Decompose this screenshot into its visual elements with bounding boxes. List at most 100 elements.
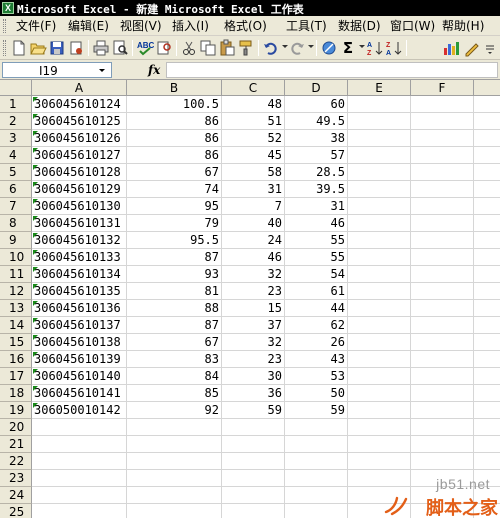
print-icon[interactable] bbox=[92, 39, 110, 57]
cell-a2[interactable]: 306045610125 bbox=[34, 113, 127, 130]
name-box-dropdown-icon[interactable] bbox=[99, 69, 105, 72]
row-header-22[interactable]: 22 bbox=[0, 453, 32, 470]
cell-d17[interactable]: 53 bbox=[285, 368, 348, 385]
cell-c2[interactable]: 51 bbox=[222, 113, 285, 130]
row-header-21[interactable]: 21 bbox=[0, 436, 32, 453]
save-icon[interactable] bbox=[48, 39, 66, 57]
row-header-14[interactable]: 14 bbox=[0, 317, 32, 334]
cell-b18[interactable]: 85 bbox=[127, 385, 222, 402]
menu-window[interactable]: 窗口(W) bbox=[388, 18, 437, 34]
cell-d12[interactable]: 61 bbox=[285, 283, 348, 300]
cell-b10[interactable]: 87 bbox=[127, 249, 222, 266]
sort-descending-icon[interactable]: ZA bbox=[385, 39, 403, 57]
cell-d13[interactable]: 44 bbox=[285, 300, 348, 317]
cell-b3[interactable]: 86 bbox=[127, 130, 222, 147]
cell-d9[interactable]: 55 bbox=[285, 232, 348, 249]
row-header-13[interactable]: 13 bbox=[0, 300, 32, 317]
menu-view[interactable]: 视图(V) bbox=[118, 18, 164, 34]
cell-a3[interactable]: 306045610126 bbox=[34, 130, 127, 147]
row-header-19[interactable]: 19 bbox=[0, 402, 32, 419]
cell-c8[interactable]: 40 bbox=[222, 215, 285, 232]
cell-c12[interactable]: 23 bbox=[222, 283, 285, 300]
row-header-17[interactable]: 17 bbox=[0, 368, 32, 385]
name-box[interactable]: I19 bbox=[2, 62, 112, 78]
redo-icon[interactable] bbox=[288, 39, 306, 57]
formula-input[interactable] bbox=[166, 62, 498, 78]
cell-b11[interactable]: 93 bbox=[127, 266, 222, 283]
cut-icon[interactable] bbox=[180, 39, 198, 57]
undo-icon[interactable] bbox=[262, 39, 280, 57]
permission-icon[interactable] bbox=[67, 39, 85, 57]
worksheet-grid[interactable]: ABCDEFG123456789101112131415161718192021… bbox=[0, 80, 500, 518]
column-header-e[interactable]: E bbox=[348, 80, 411, 96]
cell-c15[interactable]: 32 bbox=[222, 334, 285, 351]
cell-a5[interactable]: 306045610128 bbox=[34, 164, 127, 181]
spelling-icon[interactable]: ABC bbox=[136, 39, 155, 57]
row-header-5[interactable]: 5 bbox=[0, 164, 32, 181]
copy-icon[interactable] bbox=[199, 39, 217, 57]
cell-c14[interactable]: 37 bbox=[222, 317, 285, 334]
menu-file[interactable]: 文件(F) bbox=[14, 18, 58, 34]
cell-c16[interactable]: 23 bbox=[222, 351, 285, 368]
cell-a15[interactable]: 306045610138 bbox=[34, 334, 127, 351]
cell-c5[interactable]: 58 bbox=[222, 164, 285, 181]
cell-a11[interactable]: 306045610134 bbox=[34, 266, 127, 283]
cell-c10[interactable]: 46 bbox=[222, 249, 285, 266]
title-bar[interactable]: X Microsoft Excel - 新建 Microsoft Excel 工… bbox=[0, 0, 500, 16]
cell-a9[interactable]: 306045610132 bbox=[34, 232, 127, 249]
cell-d4[interactable]: 57 bbox=[285, 147, 348, 164]
cell-d10[interactable]: 55 bbox=[285, 249, 348, 266]
cell-c9[interactable]: 24 bbox=[222, 232, 285, 249]
cell-a17[interactable]: 306045610140 bbox=[34, 368, 127, 385]
cell-b4[interactable]: 86 bbox=[127, 147, 222, 164]
chart-wizard-icon[interactable] bbox=[442, 39, 460, 57]
cell-b15[interactable]: 67 bbox=[127, 334, 222, 351]
select-all-corner[interactable] bbox=[0, 80, 32, 96]
cell-a6[interactable]: 306045610129 bbox=[34, 181, 127, 198]
cell-b1[interactable]: 100.5 bbox=[127, 96, 222, 113]
cell-b14[interactable]: 87 bbox=[127, 317, 222, 334]
cell-a19[interactable]: 306050010142 bbox=[34, 402, 127, 419]
row-header-11[interactable]: 11 bbox=[0, 266, 32, 283]
cell-a13[interactable]: 306045610136 bbox=[34, 300, 127, 317]
cell-a12[interactable]: 306045610135 bbox=[34, 283, 127, 300]
cell-a10[interactable]: 306045610133 bbox=[34, 249, 127, 266]
cell-b12[interactable]: 81 bbox=[127, 283, 222, 300]
row-header-12[interactable]: 12 bbox=[0, 283, 32, 300]
cell-b16[interactable]: 83 bbox=[127, 351, 222, 368]
cell-c18[interactable]: 36 bbox=[222, 385, 285, 402]
cell-d15[interactable]: 26 bbox=[285, 334, 348, 351]
redo-dropdown-icon[interactable] bbox=[308, 45, 314, 48]
cell-b6[interactable]: 74 bbox=[127, 181, 222, 198]
cell-b17[interactable]: 84 bbox=[127, 368, 222, 385]
cell-d18[interactable]: 50 bbox=[285, 385, 348, 402]
cell-b5[interactable]: 67 bbox=[127, 164, 222, 181]
row-header-25[interactable]: 25 bbox=[0, 504, 32, 518]
sort-ascending-icon[interactable]: AZ bbox=[366, 39, 384, 57]
column-header-a[interactable]: A bbox=[32, 80, 127, 96]
row-header-3[interactable]: 3 bbox=[0, 130, 32, 147]
row-header-8[interactable]: 8 bbox=[0, 215, 32, 232]
cell-d6[interactable]: 39.5 bbox=[285, 181, 348, 198]
cell-a16[interactable]: 306045610139 bbox=[34, 351, 127, 368]
cell-a14[interactable]: 306045610137 bbox=[34, 317, 127, 334]
row-header-10[interactable]: 10 bbox=[0, 249, 32, 266]
cell-c1[interactable]: 48 bbox=[222, 96, 285, 113]
insert-function-button[interactable]: fx bbox=[148, 63, 160, 77]
row-header-6[interactable]: 6 bbox=[0, 181, 32, 198]
cell-b19[interactable]: 92 bbox=[127, 402, 222, 419]
row-header-24[interactable]: 24 bbox=[0, 487, 32, 504]
menu-data[interactable]: 数据(D) bbox=[336, 18, 383, 34]
cell-d5[interactable]: 28.5 bbox=[285, 164, 348, 181]
cell-d1[interactable]: 60 bbox=[285, 96, 348, 113]
row-header-7[interactable]: 7 bbox=[0, 198, 32, 215]
cell-d16[interactable]: 43 bbox=[285, 351, 348, 368]
row-header-2[interactable]: 2 bbox=[0, 113, 32, 130]
cell-a18[interactable]: 306045610141 bbox=[34, 385, 127, 402]
cell-c13[interactable]: 15 bbox=[222, 300, 285, 317]
cell-d3[interactable]: 38 bbox=[285, 130, 348, 147]
research-icon[interactable] bbox=[155, 39, 173, 57]
cell-c7[interactable]: 7 bbox=[222, 198, 285, 215]
menu-tools[interactable]: 工具(T) bbox=[284, 18, 329, 34]
cell-b7[interactable]: 95 bbox=[127, 198, 222, 215]
